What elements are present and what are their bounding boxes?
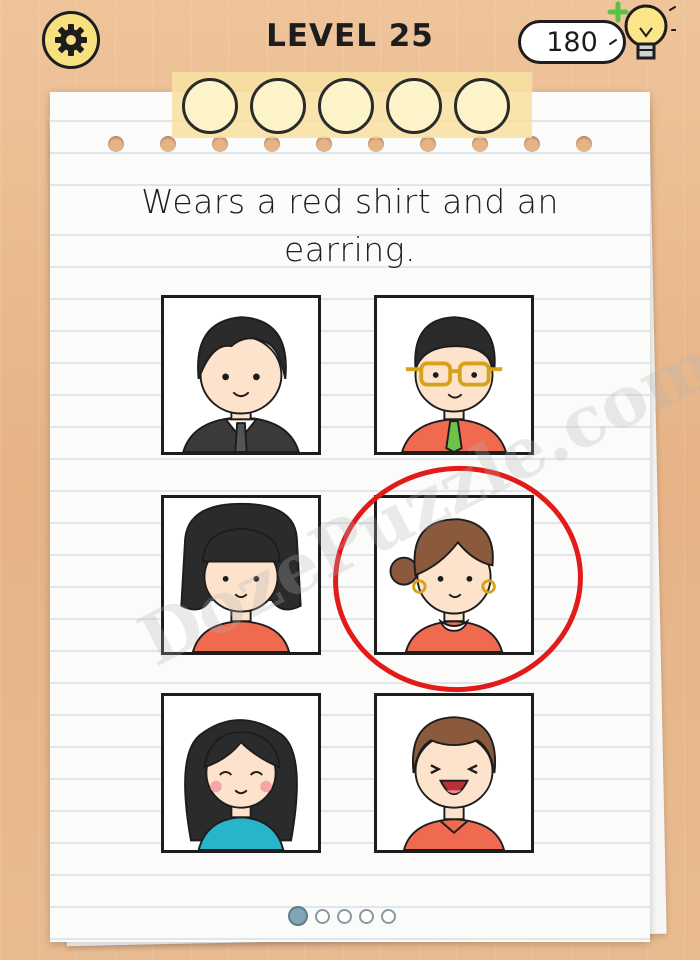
man-suit-portrait <box>182 316 300 452</box>
boy-laughing-portrait <box>402 716 506 850</box>
lightbulb-plus-icon[interactable] <box>604 0 676 76</box>
question-text: Wears a red shirt and an earring. <box>90 178 610 274</box>
page-dot-active[interactable] <box>288 906 308 926</box>
answer-slot <box>318 78 374 134</box>
answer-slot <box>454 78 510 134</box>
answer-slot <box>250 78 306 134</box>
option-man-glasses[interactable] <box>374 295 534 455</box>
answer-slot <box>182 78 238 134</box>
option-boy-laughing[interactable] <box>374 693 534 853</box>
option-woman-long-hair[interactable] <box>161 693 321 853</box>
option-girl-bangs[interactable] <box>161 495 321 655</box>
answer-slot <box>386 78 442 134</box>
page-dot[interactable] <box>337 908 352 924</box>
girl-bangs-portrait <box>180 502 302 652</box>
question-line-2: earring. <box>283 230 417 269</box>
page-dot[interactable] <box>315 908 330 924</box>
option-man-suit[interactable] <box>161 295 321 455</box>
answer-slots <box>182 78 522 134</box>
man-glasses-portrait <box>401 316 507 452</box>
hint-count: 180 <box>546 26 598 58</box>
question-line-1: Wears a red shirt and an <box>141 182 559 221</box>
page-dot[interactable] <box>359 908 374 924</box>
page-dot[interactable] <box>381 908 396 924</box>
page-indicator <box>288 906 396 926</box>
paper-holes <box>50 136 650 158</box>
woman-long-hair-portrait <box>184 719 298 850</box>
